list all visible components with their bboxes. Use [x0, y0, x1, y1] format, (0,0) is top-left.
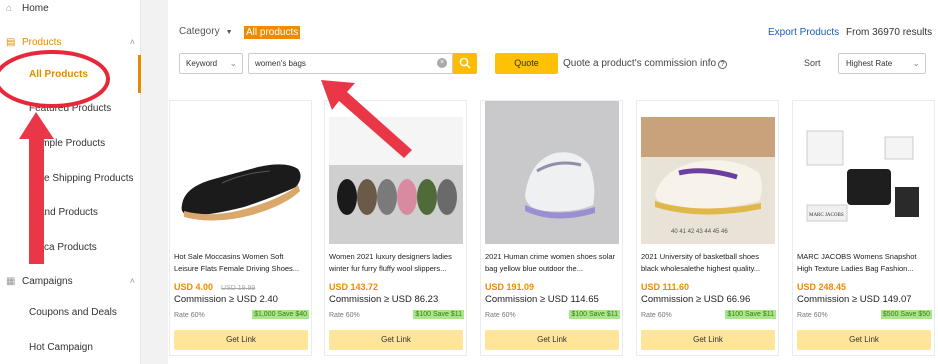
sidebar-item-label: Africa Products — [29, 242, 97, 253]
sort-select[interactable]: Highest Rate ⌄ — [838, 53, 926, 74]
product-card[interactable]: Women 2021 luxury designers ladies winte… — [324, 100, 467, 356]
search-button[interactable] — [453, 53, 477, 74]
product-title[interactable]: Women 2021 luxury designers ladies winte… — [329, 251, 463, 275]
keyword-select-value: Keyword — [186, 59, 218, 68]
quote-info-text: Quote a product's commission info? — [563, 58, 728, 69]
sidebar-section-campaigns[interactable]: ▦ Campaigns ˄ — [6, 276, 147, 287]
promo-badge: $100 Save $11 — [725, 310, 776, 319]
sidebar-item-label: Home — [22, 3, 49, 14]
sidebar-item-label: Brand Products — [29, 207, 98, 218]
price-value: USD 143.72 — [329, 282, 379, 292]
promo-badge: $100 Save $11 — [569, 310, 620, 319]
product-price: USD 248.45 — [797, 282, 846, 292]
get-link-button[interactable]: Get Link — [485, 330, 619, 350]
get-link-button[interactable]: Get Link — [174, 330, 308, 350]
get-link-button[interactable]: Get Link — [641, 330, 775, 350]
product-price: USD 191.09 — [485, 282, 534, 292]
category-dropdown[interactable]: Category ▼ — [179, 26, 233, 37]
product-title[interactable]: Hot Sale Moccasins Women Soft Leisure Fl… — [174, 251, 308, 275]
product-price: USD 4.00 USD 19.99 — [174, 282, 255, 292]
sidebar-item-free-shipping-products[interactable]: Free Shipping Products — [29, 173, 170, 184]
price-value: USD 111.60 — [641, 282, 690, 292]
product-title[interactable]: 2021 University of basketball shoes blac… — [641, 251, 775, 275]
sidebar-item-all-products[interactable]: All Products — [29, 69, 170, 80]
chevron-up-icon: ˄ — [129, 37, 135, 47]
quote-button[interactable]: Quote — [495, 53, 558, 74]
product-image[interactable] — [329, 117, 463, 244]
product-rate: Rate 60% — [641, 312, 672, 319]
product-commission: Commission ≥ USD 86.23 — [329, 294, 439, 305]
product-card[interactable]: 40 41 42 43 44 45 46 2021 University of … — [636, 100, 779, 356]
price-value: USD 248.45 — [797, 282, 847, 292]
product-commission: Commission ≥ USD 114.65 — [485, 294, 599, 305]
sidebar-item-label: Sample Products — [29, 138, 106, 149]
sidebar-section-label: Campaigns — [22, 276, 73, 287]
product-image[interactable]: 40 41 42 43 44 45 46 — [641, 117, 775, 244]
svg-text:40 41 42 43 44 45 46: 40 41 42 43 44 45 46 — [671, 229, 728, 235]
search-input-value: women's bags — [255, 59, 306, 68]
product-image[interactable] — [174, 117, 308, 244]
sidebar-item-home[interactable]: ⌂ Home — [6, 3, 147, 14]
svg-text:MARC JACOBS: MARC JACOBS — [809, 213, 844, 218]
sidebar-item-label: Coupons and Deals — [29, 307, 117, 318]
product-title[interactable]: 2021 Human crime women shoes solar bag y… — [485, 251, 619, 275]
sidebar-item-sample-products[interactable]: Sample Products — [29, 138, 170, 149]
search-icon — [459, 57, 471, 69]
sidebar-item-label: Free Shipping Products — [29, 173, 134, 184]
sort-select-value: Highest Rate — [846, 59, 893, 68]
box-icon: ▤ — [6, 37, 16, 48]
product-image[interactable]: MARC JACOBS — [797, 117, 931, 244]
price-value: USD 191.09 — [485, 282, 535, 292]
search-input[interactable]: women's bags × — [248, 53, 453, 74]
product-price: USD 143.72 — [329, 282, 378, 292]
sidebar-item-africa-products[interactable]: Africa Products — [29, 242, 170, 253]
results-count: From 36970 results — [846, 27, 933, 38]
keyword-select[interactable]: Keyword ⌄ — [179, 53, 243, 74]
price-value: USD 4.00 — [174, 282, 214, 292]
sidebar-item-hot-campaign[interactable]: Hot Campaign — [29, 342, 170, 353]
product-rate: Rate 60% — [797, 312, 828, 319]
product-commission: Commission ≥ USD 149.07 — [797, 294, 912, 305]
product-title[interactable]: MARC JACOBS Womens Snapshot High Texture… — [797, 251, 931, 275]
original-price: USD 19.99 — [221, 285, 256, 292]
category-label: Category — [179, 26, 220, 37]
promo-badge: $100 Save $11 — [413, 310, 464, 319]
product-rate: Rate 60% — [485, 312, 516, 319]
product-image[interactable] — [485, 101, 619, 244]
gift-icon: ▦ — [6, 276, 16, 287]
sidebar-item-label: All Products — [29, 69, 88, 80]
product-price: USD 111.60 — [641, 282, 689, 292]
chevron-up-icon: ˄ — [129, 276, 135, 286]
sort-label: Sort — [804, 58, 821, 68]
export-products-link[interactable]: Export Products — [768, 27, 839, 38]
get-link-button[interactable]: Get Link — [797, 330, 931, 350]
product-rate: Rate 60% — [329, 312, 360, 319]
sidebar-item-brand-products[interactable]: Brand Products — [29, 207, 170, 218]
quote-info-label: Quote a product's commission info — [563, 58, 717, 69]
category-selected-value[interactable]: All products — [244, 26, 301, 39]
product-rate: Rate 60% — [174, 312, 205, 319]
sidebar-item-featured-products[interactable]: Featured Products — [29, 103, 170, 114]
sidebar-section-products[interactable]: ▤ Products ˄ — [6, 37, 147, 48]
home-icon: ⌂ — [6, 3, 13, 14]
product-card[interactable]: 2021 Human crime women shoes solar bag y… — [480, 100, 623, 356]
promo-badge: $500 Save $50 — [880, 310, 932, 319]
chevron-down-icon: ⌄ — [229, 58, 237, 68]
sidebar-item-label: Featured Products — [29, 103, 112, 114]
product-card[interactable]: MARC JACOBS MARC JACOBS Womens Snapshot … — [792, 100, 935, 356]
get-link-button[interactable]: Get Link — [329, 330, 463, 350]
help-icon[interactable]: ? — [718, 60, 728, 69]
promo-badge: $1,000 Save $40 — [252, 310, 309, 319]
product-commission: Commission ≥ USD 66.96 — [641, 294, 751, 305]
sidebar: ⌂ Home ▤ Products ˄ All Products Featured … — [0, 0, 141, 364]
chevron-down-icon: ⌄ — [912, 58, 920, 68]
active-indicator — [138, 55, 141, 93]
sidebar-section-label: Products — [22, 37, 62, 48]
sidebar-item-coupons-and-deals[interactable]: Coupons and Deals — [29, 307, 170, 318]
caret-down-icon: ▼ — [225, 29, 233, 36]
product-commission: Commission ≥ USD 2.40 — [174, 294, 278, 305]
clear-icon[interactable]: × — [437, 58, 447, 68]
sidebar-item-label: Hot Campaign — [29, 342, 93, 353]
product-card[interactable]: Hot Sale Moccasins Women Soft Leisure Fl… — [169, 100, 312, 356]
